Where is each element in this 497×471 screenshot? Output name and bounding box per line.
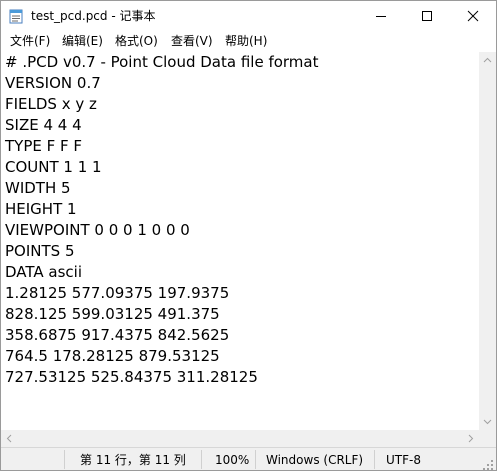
text-line: 764.5 178.28125 879.53125 [5, 347, 220, 365]
text-editor[interactable]: # .PCD v0.7 - Point Cloud Data file form… [1, 52, 479, 430]
scroll-left-button[interactable] [1, 430, 18, 447]
text-line: FIELDS x y z [5, 95, 97, 113]
text-line: 1.28125 577.09375 197.9375 [5, 284, 230, 302]
text-line: WIDTH 5 [5, 179, 71, 197]
text-line: POINTS 5 [5, 242, 75, 260]
scroll-down-button[interactable] [479, 413, 496, 430]
text-line: TYPE F F F [5, 137, 83, 155]
menu-view[interactable]: 查看(V) [171, 33, 213, 49]
text-line: COUNT 1 1 1 [5, 158, 102, 176]
notepad-icon [9, 8, 23, 24]
resize-grip-icon[interactable] [482, 456, 494, 470]
minimize-button[interactable] [358, 1, 404, 31]
menu-help[interactable]: 帮助(H) [225, 33, 267, 49]
chevron-down-icon [483, 419, 492, 425]
text-line: 358.6875 917.4375 842.5625 [5, 326, 230, 344]
cursor-position: 第 11 行，第 11 列 [80, 453, 186, 467]
menu-format[interactable]: 格式(O) [115, 33, 158, 49]
chevron-left-icon [6, 434, 12, 443]
minimize-icon [376, 16, 386, 17]
horizontal-scrollbar[interactable] [1, 430, 479, 447]
chevron-up-icon [483, 57, 492, 63]
vertical-scrollbar[interactable] [479, 52, 496, 430]
text-line: 828.125 599.03125 491.375 [5, 305, 220, 323]
title-bar[interactable]: test_pcd.pcd - 记事本 [1, 1, 496, 31]
text-line: SIZE 4 4 4 [5, 116, 82, 134]
line-ending: Windows (CRLF) [266, 453, 364, 467]
scroll-right-button[interactable] [462, 430, 479, 447]
maximize-icon [422, 11, 432, 21]
window-title: test_pcd.pcd - 记事本 [31, 9, 156, 23]
notepad-window: test_pcd.pcd - 记事本 文件(F) 编辑(E) 格式(O) 查看(… [0, 0, 497, 471]
menu-edit[interactable]: 编辑(E) [62, 33, 103, 49]
text-line: 727.53125 525.84375 311.28125 [5, 368, 258, 386]
text-line: # .PCD v0.7 - Point Cloud Data file form… [5, 53, 319, 71]
close-button[interactable] [450, 1, 496, 31]
encoding: UTF-8 [386, 453, 421, 467]
status-bar: 第 11 行，第 11 列 100% Windows (CRLF) UTF-8 [1, 447, 496, 470]
status-divider [374, 450, 375, 469]
text-line: VERSION 0.7 [5, 74, 101, 92]
zoom-level: 100% [215, 453, 250, 467]
status-divider [64, 450, 65, 469]
menu-bar: 文件(F) 编辑(E) 格式(O) 查看(V) 帮助(H) [1, 31, 496, 51]
chevron-right-icon [468, 434, 474, 443]
status-divider [201, 450, 202, 469]
text-line: HEIGHT 1 [5, 200, 77, 218]
scroll-up-button[interactable] [479, 52, 496, 69]
scrollbar-corner [479, 430, 496, 447]
maximize-button[interactable] [404, 1, 450, 31]
close-icon [467, 10, 479, 22]
text-line: DATA ascii [5, 263, 82, 281]
status-divider [255, 450, 256, 469]
text-line: VIEWPOINT 0 0 0 1 0 0 0 [5, 221, 190, 239]
menu-file[interactable]: 文件(F) [10, 33, 50, 49]
